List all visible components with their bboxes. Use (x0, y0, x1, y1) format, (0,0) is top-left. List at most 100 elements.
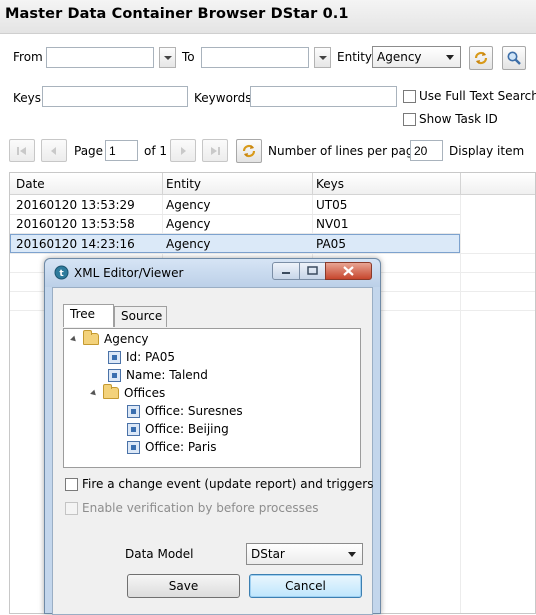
expanded-arrow-icon[interactable] (70, 335, 78, 343)
from-date-dropdown-button[interactable] (159, 47, 176, 68)
entity-select[interactable]: Agency (372, 46, 461, 68)
lines-per-page-input[interactable] (410, 140, 443, 161)
keys-label: Keys (13, 91, 42, 105)
cell-keys: NV01 (316, 217, 349, 231)
prev-page-button[interactable] (41, 139, 67, 162)
column-header-keys[interactable]: Keys (316, 177, 344, 191)
page-label: Page (74, 144, 104, 158)
from-label: From (13, 50, 43, 64)
cell-entity: Agency (166, 217, 211, 231)
close-icon (343, 266, 354, 276)
keywords-input[interactable] (250, 86, 397, 107)
cell-date: 20160120 13:53:29 (16, 198, 135, 212)
first-page-button[interactable] (9, 139, 35, 162)
grid-line (10, 253, 535, 254)
page-number-input[interactable] (105, 140, 138, 161)
to-label: To (182, 50, 195, 64)
full-text-search-label: Use Full Text Search (419, 89, 536, 103)
expanded-arrow-icon[interactable] (90, 389, 98, 397)
window-title-bar: Master Data Container Browser DStar 0.1 (0, 0, 536, 34)
element-icon (127, 440, 140, 454)
save-button[interactable]: Save (127, 574, 240, 598)
close-button[interactable] (325, 262, 372, 280)
table-row[interactable]: 20160120 13:53:58 Agency NV01 (10, 215, 460, 234)
page-count-label: of 1 (144, 144, 168, 158)
column-divider[interactable] (312, 173, 313, 195)
refresh-page-button[interactable] (236, 139, 262, 163)
tree-node[interactable]: Office: Paris (127, 440, 216, 454)
minimize-icon (282, 272, 290, 274)
data-model-label: Data Model (125, 547, 194, 561)
cell-entity: Agency (166, 237, 211, 251)
fire-change-event-checkbox[interactable] (65, 478, 78, 491)
chevron-down-icon (348, 552, 356, 557)
tree-node-label: Office: Suresnes (145, 404, 243, 418)
tree-node[interactable]: Id: PA05 (108, 350, 175, 364)
table-row[interactable]: 20160120 13:53:29 Agency UT05 (10, 196, 460, 215)
window-title: Master Data Container Browser DStar 0.1 (5, 6, 349, 22)
tree-node-label: Id: PA05 (126, 350, 175, 364)
cell-keys: PA05 (316, 237, 346, 251)
tree-node-label: Office: Paris (145, 440, 217, 454)
column-header-date[interactable]: Date (16, 177, 45, 191)
cancel-button[interactable]: Cancel (249, 574, 362, 598)
dialog-title-bar[interactable]: t XML Editor/Viewer (45, 259, 380, 287)
tree-node[interactable]: Office: Beijing (127, 422, 229, 436)
refresh-icon (242, 144, 256, 158)
tree-node-label: Agency (104, 332, 149, 346)
minimize-button[interactable] (272, 262, 300, 280)
display-item-label: Display item (449, 144, 525, 158)
tree-node[interactable]: Agency (70, 330, 149, 346)
element-icon (127, 404, 140, 418)
grid-line (460, 195, 461, 613)
keywords-label: Keywords (194, 91, 252, 105)
show-task-id-checkbox[interactable] (403, 113, 416, 126)
table-row-selected[interactable]: 20160120 14:23:16 Agency PA05 (10, 234, 460, 253)
tab-tree[interactable]: Tree (63, 304, 114, 327)
folder-open-icon (103, 384, 119, 399)
cell-entity: Agency (166, 198, 211, 212)
table-header: Date Entity Keys (10, 173, 535, 195)
column-divider[interactable] (162, 173, 163, 195)
tree-node-label: Name: Talend (126, 368, 208, 382)
enable-verification-label: Enable verification by before processes (82, 501, 319, 515)
column-header-entity[interactable]: Entity (166, 177, 201, 191)
element-icon (108, 368, 121, 382)
to-date-field[interactable] (201, 47, 309, 68)
tree-node[interactable]: Offices (90, 384, 166, 400)
last-page-button[interactable] (202, 139, 228, 162)
first-page-icon (17, 146, 26, 155)
element-icon (127, 422, 140, 436)
cell-date: 20160120 13:53:58 (16, 217, 135, 231)
enable-verification-checkbox[interactable] (65, 502, 78, 515)
column-divider[interactable] (460, 173, 461, 195)
search-icon (507, 51, 521, 65)
talend-icon: t (54, 265, 69, 280)
keys-input[interactable] (42, 86, 188, 107)
search-button[interactable] (502, 46, 526, 70)
next-page-button[interactable] (170, 139, 196, 162)
next-page-icon (181, 146, 186, 155)
full-text-search-checkbox[interactable] (403, 90, 416, 103)
refresh-button[interactable] (469, 46, 493, 70)
cell-date: 20160120 14:23:16 (16, 237, 135, 251)
tab-source[interactable]: Source (114, 306, 167, 327)
tree-node[interactable]: Office: Suresnes (127, 404, 243, 418)
prev-page-icon (51, 146, 56, 155)
tree-node-label: Offices (124, 386, 166, 400)
dialog-body: Tree Source Agency Id: PA05 Name: Talend… (52, 287, 373, 615)
xml-editor-dialog: t XML Editor/Viewer Tree Source Agency I… (44, 258, 381, 615)
tree-node-label: Office: Beijing (145, 422, 229, 436)
xml-tree[interactable]: Agency Id: PA05 Name: Talend Offices Off… (63, 328, 361, 468)
data-model-select[interactable]: DStar (246, 543, 363, 565)
show-task-id-label: Show Task ID (419, 112, 498, 126)
to-date-dropdown-button[interactable] (314, 47, 331, 68)
svg-text:t: t (59, 269, 64, 279)
lines-per-page-label: Number of lines per page: (268, 144, 425, 158)
tree-node[interactable]: Name: Talend (108, 368, 208, 382)
dialog-title: XML Editor/Viewer (74, 266, 184, 280)
entity-label: Entity (337, 50, 373, 64)
maximize-button[interactable] (299, 262, 326, 280)
from-date-field[interactable] (46, 47, 154, 68)
element-icon (108, 350, 121, 364)
